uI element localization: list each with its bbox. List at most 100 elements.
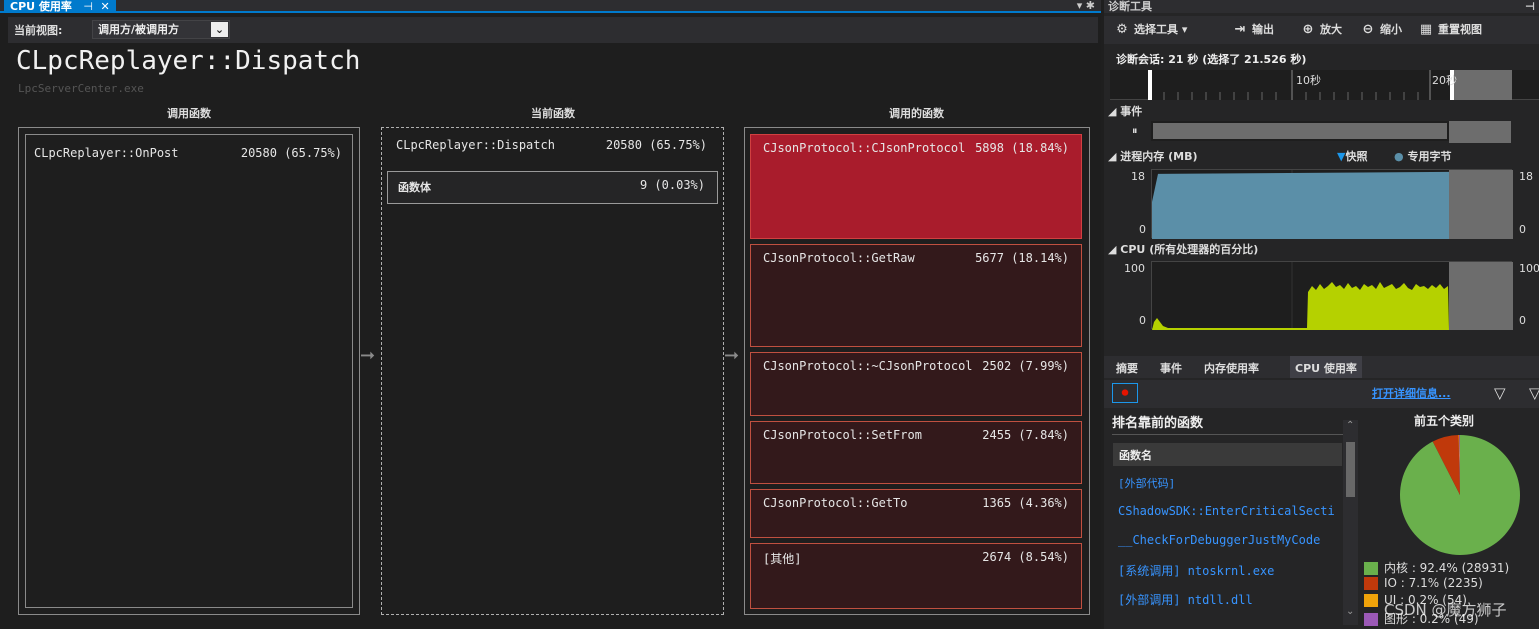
function-list-scrollbar[interactable]: ⌃ ⌄ xyxy=(1343,420,1358,625)
pin-icon[interactable]: ⊣ xyxy=(1525,0,1535,13)
callee-name: [其他] xyxy=(763,552,802,566)
callee-box[interactable]: CJsonProtocol::SetFrom 2455 (7.84%) xyxy=(750,421,1082,484)
timeline-ruler[interactable]: 10秒 20秒 xyxy=(1110,70,1539,100)
events-label: 事件 xyxy=(1120,105,1143,118)
select-tools-button[interactable]: ⚙ 选择工具 ▾ xyxy=(1114,21,1187,38)
category-legend-item: IO : 7.1% (2235) xyxy=(1364,576,1483,590)
memory-y-max-right: 18 xyxy=(1519,170,1533,183)
cpu-chart[interactable] xyxy=(1151,261,1513,330)
zoom-in-label: 放大 xyxy=(1320,23,1342,36)
function-name-header[interactable]: 函数名 xyxy=(1113,443,1342,466)
ruler-label-20s: 20秒 xyxy=(1432,73,1457,87)
output-label: 输出 xyxy=(1252,23,1274,36)
callers-panel: CLpcReplayer::OnPost 20580 (65.75%) xyxy=(18,127,360,615)
legend-label: 内核 : 92.4% (28931) xyxy=(1384,561,1510,575)
window-menu-icons[interactable]: ▾ ✱ xyxy=(1077,0,1095,12)
memory-lane-label[interactable]: ◢ 进程内存 (MB) xyxy=(1108,148,1198,164)
events-lane-label[interactable]: ◢ 事件 xyxy=(1108,103,1142,119)
callee-name: CJsonProtocol::~CJsonProtocol xyxy=(763,359,973,373)
tab-summary[interactable]: 摘要 xyxy=(1116,360,1138,376)
legend-swatch xyxy=(1364,577,1378,590)
function-title: CLpcReplayer::Dispatch xyxy=(16,46,361,76)
view-select[interactable]: 调用方/被调用方 ⌄ xyxy=(92,20,230,39)
ruler-label-10s: 10秒 xyxy=(1296,73,1321,87)
callers-heading: 调用函数 xyxy=(167,107,211,120)
callee-value: 5677 (18.14%) xyxy=(975,251,1069,265)
cpu-controls: ⏺ 打开详细信息... ▽ ▽ xyxy=(1104,380,1539,408)
session-info: 诊断会话: 21 秒 (选择了 21.526 秒) xyxy=(1116,53,1307,66)
private-bytes-icon: ● xyxy=(1394,150,1404,163)
tab-cpu-usage[interactable]: CPU 使用率 ⊣ ✕ xyxy=(4,0,116,13)
pin-icon[interactable]: ⊣ xyxy=(83,0,93,13)
current-panel: CLpcReplayer::Dispatch 20580 (65.75%) 函数… xyxy=(381,127,724,615)
tab-label: CPU 使用率 xyxy=(10,0,72,13)
function-body-value: 9 (0.03%) xyxy=(639,178,705,192)
events-track[interactable] xyxy=(1151,121,1449,141)
category-pie-chart xyxy=(1400,435,1520,555)
filter-icon[interactable]: ▽ xyxy=(1529,384,1539,402)
memory-chart[interactable] xyxy=(1151,169,1513,239)
document-tab-bar: CPU 使用率 ⊣ ✕ ▾ ✱ xyxy=(0,0,1101,13)
cpu-label: CPU (所有处理器的百分比) xyxy=(1120,243,1259,256)
function-list-item[interactable]: [系统调用] ntoskrnl.exe xyxy=(1118,562,1274,579)
function-list-item[interactable]: CShadowSDK::EnterCriticalSecti xyxy=(1118,504,1343,518)
chevron-up-icon[interactable]: ⌃ xyxy=(1346,420,1354,431)
zoom-in-button[interactable]: ⊕ 放大 xyxy=(1300,21,1342,38)
record-icon: ⏺ xyxy=(1121,385,1129,401)
open-details-link[interactable]: 打开详细信息... xyxy=(1372,385,1451,401)
chevron-down-icon[interactable]: ⌄ xyxy=(1346,606,1354,617)
cpu-y-max-right: 100 xyxy=(1519,262,1539,275)
memory-y-min-right: 0 xyxy=(1519,223,1526,236)
reset-view-label: 重置视图 xyxy=(1438,23,1482,36)
caller-name[interactable]: CLpcReplayer::OnPost xyxy=(34,146,179,160)
callee-name: CJsonProtocol::GetTo xyxy=(763,496,908,510)
callee-value: 2502 (7.99%) xyxy=(982,359,1069,373)
zoom-out-button[interactable]: ⊖ 缩小 xyxy=(1360,21,1402,38)
callee-value: 5898 (18.84%) xyxy=(975,141,1069,155)
diag-toolbar: ⚙ 选择工具 ▾ ⇥ 输出 ⊕ 放大 ⊖ 缩小 ▦ 重置视图 xyxy=(1104,16,1539,44)
callee-box[interactable]: [其他] 2674 (8.54%) xyxy=(750,543,1082,609)
callee-name: CJsonProtocol::CJsonProtocol xyxy=(763,141,966,155)
tab-memory-usage[interactable]: 内存使用率 xyxy=(1204,360,1259,376)
arrow-right-icon: ➞ xyxy=(724,345,740,366)
callees-heading: 调用的函数 xyxy=(889,107,944,120)
function-list-item[interactable]: __CheckForDebuggerJustMyCode xyxy=(1118,533,1320,547)
divider xyxy=(1112,434,1344,435)
zoom-out-icon: ⊖ xyxy=(1362,22,1374,37)
tab-events[interactable]: 事件 xyxy=(1160,360,1182,376)
function-list-item[interactable]: [外部调用] ntdll.dll xyxy=(1118,591,1253,608)
close-icon[interactable]: ✕ xyxy=(101,0,110,13)
caller-box[interactable]: CLpcReplayer::OnPost 20580 (65.75%) xyxy=(25,134,353,608)
gear-icon: ⚙ xyxy=(1116,22,1128,37)
zoom-out-label: 缩小 xyxy=(1380,23,1402,36)
arrow-right-icon: ➞ xyxy=(360,345,376,366)
cpu-lane-label[interactable]: ◢ CPU (所有处理器的百分比) xyxy=(1108,241,1258,257)
function-list-item[interactable]: [外部代码] xyxy=(1118,475,1175,491)
callee-box[interactable]: CJsonProtocol::GetRaw 5677 (18.14%) xyxy=(750,244,1082,347)
view-label: 当前视图: xyxy=(14,24,63,37)
legend-swatch xyxy=(1364,562,1378,575)
diag-title: 诊断工具 xyxy=(1108,0,1152,13)
filter-icon[interactable]: ▽ xyxy=(1494,384,1506,402)
reset-view-icon: ▦ xyxy=(1419,22,1433,37)
callee-box[interactable]: CJsonProtocol::CJsonProtocol 5898 (18.84… xyxy=(750,134,1082,239)
reset-view-button[interactable]: ▦ 重置视图 xyxy=(1418,21,1482,38)
private-bytes-legend: ● 专用字节 xyxy=(1394,148,1451,164)
pause-icon[interactable]: ⏸ xyxy=(1132,124,1138,138)
cpu-y-min-left: 0 xyxy=(1139,314,1146,327)
view-bar: 当前视图: 调用方/被调用方 ⌄ xyxy=(8,17,1098,43)
tab-cpu-usage-diag[interactable]: CPU 使用率 xyxy=(1290,356,1362,378)
callee-box[interactable]: CJsonProtocol::~CJsonProtocol 2502 (7.99… xyxy=(750,352,1082,416)
output-button[interactable]: ⇥ 输出 xyxy=(1232,21,1274,38)
callee-value: 2455 (7.84%) xyxy=(982,428,1069,442)
scrollbar-thumb[interactable] xyxy=(1346,442,1355,497)
zoom-in-icon: ⊕ xyxy=(1302,22,1314,37)
record-profile-button[interactable]: ⏺ xyxy=(1112,383,1138,403)
callee-box[interactable]: CJsonProtocol::GetTo 1365 (4.36%) xyxy=(750,489,1082,538)
private-bytes-label: 专用字节 xyxy=(1407,150,1452,163)
snapshot-legend: ▼快照 xyxy=(1337,148,1367,164)
callee-name: CJsonProtocol::GetRaw xyxy=(763,251,915,265)
function-body-box[interactable]: 函数体 9 (0.03%) xyxy=(387,171,718,204)
legend-label: IO : 7.1% (2235) xyxy=(1384,576,1483,590)
chevron-down-icon[interactable]: ⌄ xyxy=(211,22,228,37)
